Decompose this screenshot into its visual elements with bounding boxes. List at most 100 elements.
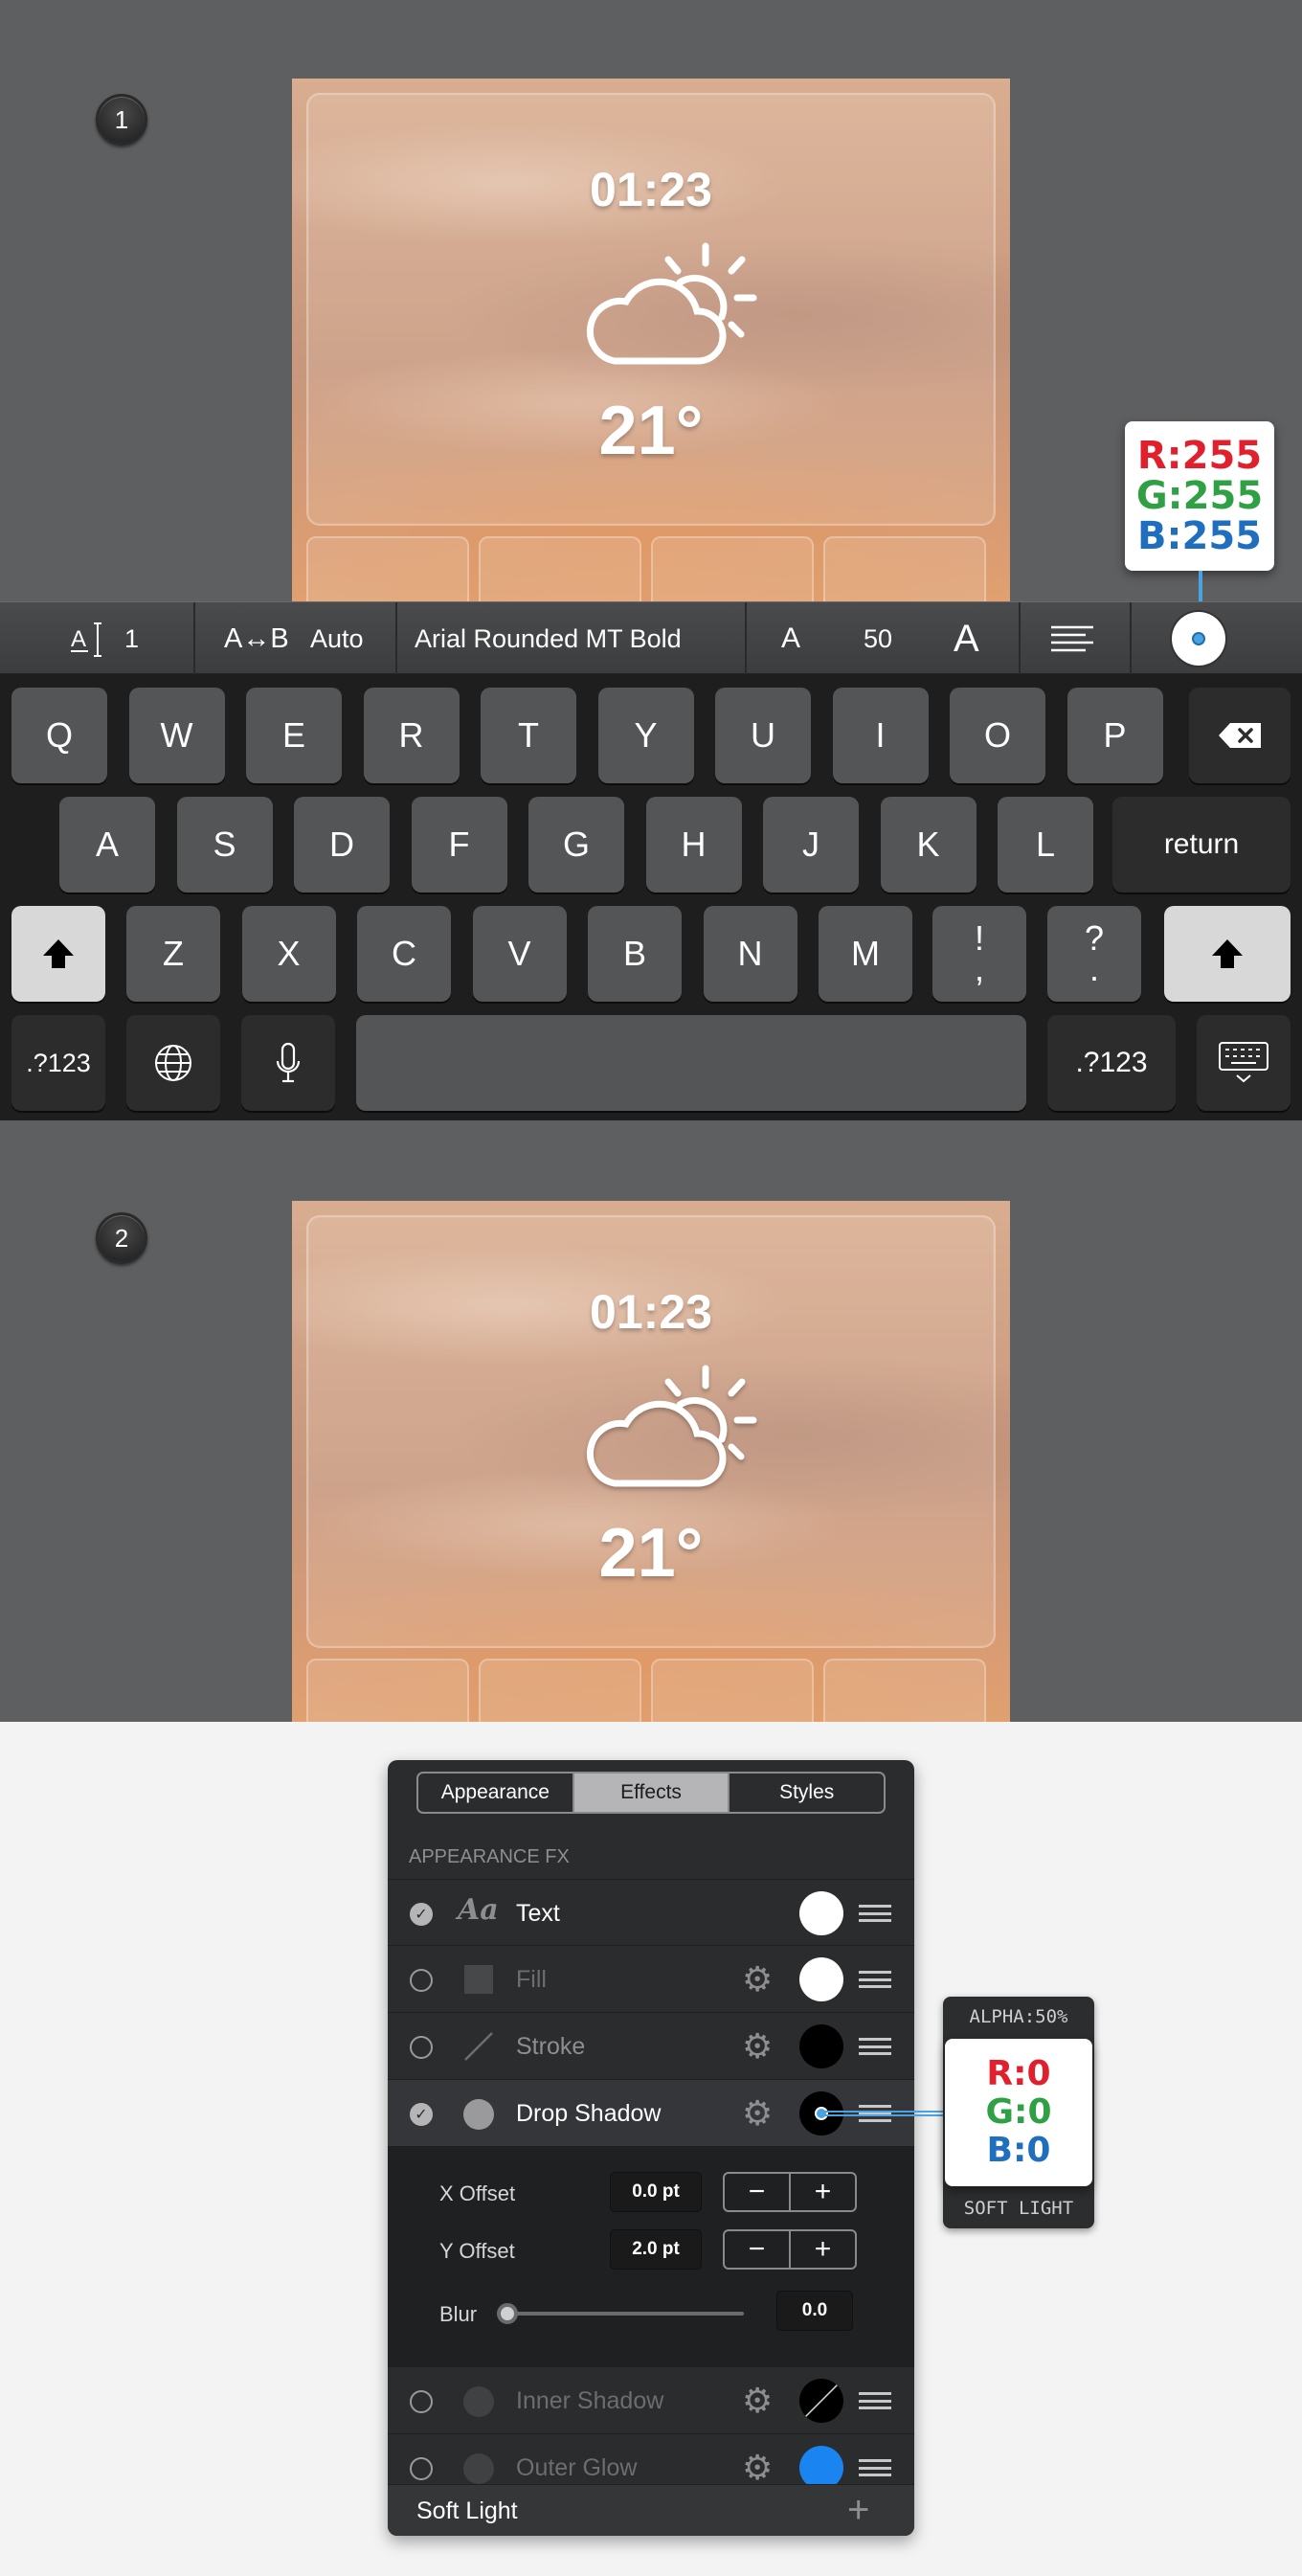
key-s[interactable]: S	[176, 797, 273, 893]
key-d[interactable]: D	[294, 797, 390, 893]
blur-value[interactable]: 0.0	[776, 2291, 853, 2331]
line-spacing-value[interactable]: 1	[124, 602, 139, 675]
key-e[interactable]: E	[246, 688, 342, 783]
drag-handle-icon[interactable]	[859, 2392, 891, 2409]
blur-slider-thumb[interactable]	[497, 2303, 518, 2324]
x-offset-value[interactable]: 0.0 pt	[610, 2172, 702, 2212]
plus-button[interactable]: +	[791, 2231, 855, 2268]
exclamation-comma-key[interactable]: !,	[932, 906, 1026, 1002]
font-size-decrease-button[interactable]: A	[781, 602, 800, 675]
numbers-key-left[interactable]: .?123	[11, 1015, 105, 1111]
globe-key[interactable]	[126, 1015, 220, 1111]
kerning-icon[interactable]: A↔B	[224, 602, 289, 675]
key-m[interactable]: M	[819, 906, 912, 1002]
fill-checkbox[interactable]	[410, 1969, 433, 1992]
minus-button[interactable]: −	[725, 2231, 791, 2268]
key-q[interactable]: Q	[11, 688, 107, 783]
blend-mode-value: SOFT LIGHT	[963, 2198, 1074, 2219]
add-effect-button[interactable]: +	[847, 2491, 869, 2529]
key-t[interactable]: T	[481, 688, 576, 783]
fx-row-text[interactable]: ✓ Aa Text	[388, 1879, 914, 1946]
key-bottom-char: .	[1089, 949, 1099, 988]
key-y[interactable]: Y	[597, 688, 694, 783]
fx-label: Inner Shadow	[516, 2387, 664, 2414]
inner-shadow-checkbox[interactable]	[410, 2390, 433, 2413]
tab-appearance[interactable]: Appearance	[418, 1774, 574, 1812]
key-k[interactable]: K	[880, 797, 976, 893]
key-p[interactable]: P	[1066, 688, 1163, 783]
tooltip-connector	[821, 2111, 944, 2116]
fx-row-stroke[interactable]: Stroke ⚙	[388, 2013, 914, 2080]
partly-cloudy-icon	[586, 242, 757, 365]
key-g[interactable]: G	[528, 797, 624, 893]
key-a[interactable]: A	[59, 797, 155, 893]
backspace-key[interactable]	[1189, 688, 1291, 783]
fx-row-inner-shadow[interactable]: Inner Shadow ⚙	[388, 2367, 914, 2434]
inner-shadow-color-swatch[interactable]	[799, 2379, 843, 2423]
fx-row-outer-glow[interactable]: Outer Glow ⚙	[388, 2434, 914, 2484]
numbers-key-right[interactable]: .?123	[1047, 1015, 1176, 1111]
inner-shadow-icon	[463, 2386, 494, 2417]
color-swatch-button[interactable]	[1172, 612, 1225, 666]
blur-slider-track[interactable]	[505, 2312, 744, 2316]
drag-handle-icon[interactable]	[859, 1971, 891, 1988]
shift-key-left[interactable]	[11, 906, 105, 1002]
key-u[interactable]: U	[715, 688, 811, 783]
microphone-key[interactable]	[241, 1015, 335, 1111]
kerning-value[interactable]: Auto	[310, 602, 364, 675]
key-n[interactable]: N	[703, 906, 797, 1002]
text-checkbox[interactable]: ✓	[410, 1903, 433, 1926]
tab-effects[interactable]: Effects	[573, 1774, 730, 1812]
key-l[interactable]: L	[998, 797, 1093, 893]
plus-button[interactable]: +	[791, 2174, 855, 2210]
gear-icon[interactable]: ⚙	[742, 2450, 773, 2485]
key-z[interactable]: Z	[126, 906, 220, 1002]
gear-icon[interactable]: ⚙	[742, 1961, 773, 1998]
fill-color-swatch[interactable]	[799, 1957, 843, 2001]
outer-glow-color-swatch[interactable]	[799, 2446, 843, 2484]
on-screen-keyboard: QWERTYUIOP ASDFGHJKL return ZXCVBNM !, ?…	[0, 674, 1302, 1120]
fx-row-fill[interactable]: Fill ⚙	[388, 1946, 914, 2013]
blend-mode-label[interactable]: Soft Light	[416, 2485, 518, 2536]
drop-shadow-checkbox[interactable]: ✓	[410, 2103, 433, 2126]
line-spacing-icon[interactable]: A	[67, 620, 105, 658]
y-offset-value[interactable]: 2.0 pt	[610, 2229, 702, 2270]
shift-key-right[interactable]	[1164, 906, 1291, 1002]
return-key[interactable]: return	[1112, 797, 1291, 893]
font-name-field[interactable]: Arial Rounded MT Bold	[415, 602, 682, 675]
drag-handle-icon[interactable]	[859, 2459, 891, 2476]
drag-handle-icon[interactable]	[859, 2038, 891, 2055]
key-h[interactable]: H	[645, 797, 742, 893]
stroke-checkbox[interactable]	[410, 2036, 433, 2059]
font-size-increase-button[interactable]: A	[954, 602, 979, 675]
align-left-icon[interactable]	[1051, 623, 1093, 656]
key-o[interactable]: O	[950, 688, 1045, 783]
shadow-color-tooltip: ALPHA:50% R:0 G:0 B:0 SOFT LIGHT	[943, 1997, 1094, 2228]
key-w[interactable]: W	[128, 688, 225, 783]
gear-icon[interactable]: ⚙	[742, 2028, 773, 2065]
key-j[interactable]: J	[763, 797, 859, 893]
font-size-value[interactable]: 50	[864, 602, 892, 675]
outer-glow-checkbox[interactable]	[410, 2457, 433, 2480]
text-color-swatch[interactable]	[799, 1891, 843, 1935]
tab-styles[interactable]: Styles	[730, 1774, 884, 1812]
hide-keyboard-key[interactable]	[1197, 1015, 1291, 1111]
drag-handle-icon[interactable]	[859, 1905, 891, 1922]
app-tile	[823, 536, 986, 601]
space-bar[interactable]	[356, 1015, 1026, 1111]
minus-button[interactable]: −	[725, 2174, 791, 2210]
stroke-color-swatch[interactable]	[799, 2024, 843, 2068]
key-x[interactable]: X	[241, 906, 336, 1002]
key-v[interactable]: V	[472, 906, 567, 1002]
key-c[interactable]: C	[357, 906, 451, 1002]
gear-icon[interactable]: ⚙	[742, 2095, 773, 2132]
gear-icon[interactable]: ⚙	[742, 2383, 773, 2419]
panel-tab-bar: Appearance Effects Styles	[416, 1772, 886, 1814]
question-period-key[interactable]: ?.	[1047, 906, 1141, 1002]
key-b[interactable]: B	[588, 906, 682, 1002]
key-i[interactable]: I	[832, 688, 929, 783]
app-tile	[306, 536, 469, 601]
key-r[interactable]: R	[363, 688, 460, 783]
app-tile	[651, 536, 814, 601]
key-f[interactable]: F	[411, 797, 507, 893]
